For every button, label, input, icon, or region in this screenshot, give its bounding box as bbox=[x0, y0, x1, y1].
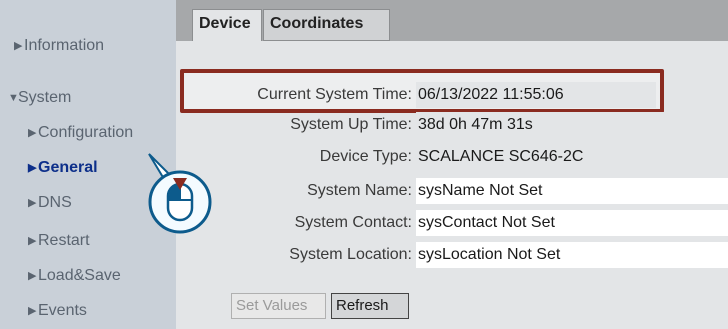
system-location-label: System Location: bbox=[289, 246, 412, 263]
system-up-time-value: 38d 0h 47m 31s bbox=[416, 112, 728, 138]
sidebar-item-label: Events bbox=[38, 302, 87, 319]
chevron-down-icon: ▼ bbox=[8, 92, 19, 104]
sidebar-item-label: System bbox=[18, 89, 72, 106]
sidebar-item-label: Restart bbox=[38, 232, 90, 249]
tab-bar: Device Coordinates bbox=[176, 0, 728, 41]
sidebar-item-label: DNS bbox=[38, 194, 72, 211]
main-panel: Device Coordinates Current System Time: … bbox=[176, 0, 728, 329]
system-location-input[interactable]: sysLocation Not Set bbox=[416, 242, 728, 268]
system-contact-input[interactable]: sysContact Not Set bbox=[416, 210, 728, 236]
sidebar-item-restart[interactable]: ▶Restart bbox=[28, 232, 90, 250]
chevron-right-icon: ▶ bbox=[28, 162, 37, 174]
refresh-button[interactable]: Refresh bbox=[331, 293, 409, 319]
system-name-label: System Name: bbox=[307, 182, 412, 199]
sidebar-item-general[interactable]: ▶General bbox=[28, 159, 98, 177]
tab-device[interactable]: Device bbox=[192, 9, 262, 41]
sidebar-item-dns[interactable]: ▶DNS bbox=[28, 194, 72, 212]
chevron-right-icon: ▶ bbox=[28, 197, 37, 209]
sidebar-item-events[interactable]: ▶Events bbox=[28, 302, 87, 320]
chevron-right-icon: ▶ bbox=[28, 127, 37, 139]
set-values-button: Set Values bbox=[231, 293, 326, 319]
current-system-time-label: Current System Time: bbox=[257, 86, 412, 103]
sidebar-item-label: Load&Save bbox=[38, 267, 121, 284]
chevron-right-icon: ▶ bbox=[28, 235, 37, 247]
tab-coordinates[interactable]: Coordinates bbox=[263, 9, 390, 41]
chevron-right-icon: ▶ bbox=[14, 40, 23, 52]
system-contact-label: System Contact: bbox=[294, 214, 412, 231]
sidebar-item-information[interactable]: ▶Information bbox=[14, 37, 104, 55]
sidebar-item-configuration[interactable]: ▶Configuration bbox=[28, 124, 133, 142]
sidebar-item-load-save[interactable]: ▶Load&Save bbox=[28, 267, 121, 285]
device-type-value: SCALANCE SC646-2C bbox=[416, 144, 728, 170]
sidebar-item-label: Information bbox=[24, 37, 105, 54]
sidebar-item-label: General bbox=[38, 159, 98, 176]
device-type-label: Device Type: bbox=[319, 148, 412, 165]
chevron-right-icon: ▶ bbox=[28, 305, 37, 317]
mouse-click-icon bbox=[145, 150, 225, 250]
current-system-time-value: 06/13/2022 11:55:06 bbox=[416, 82, 656, 108]
chevron-right-icon: ▶ bbox=[28, 270, 37, 282]
sidebar-item-label: Configuration bbox=[38, 124, 134, 141]
system-name-input[interactable]: sysName Not Set bbox=[416, 178, 728, 204]
sidebar-item-system[interactable]: ▼System bbox=[8, 89, 71, 107]
system-up-time-label: System Up Time: bbox=[290, 116, 412, 133]
